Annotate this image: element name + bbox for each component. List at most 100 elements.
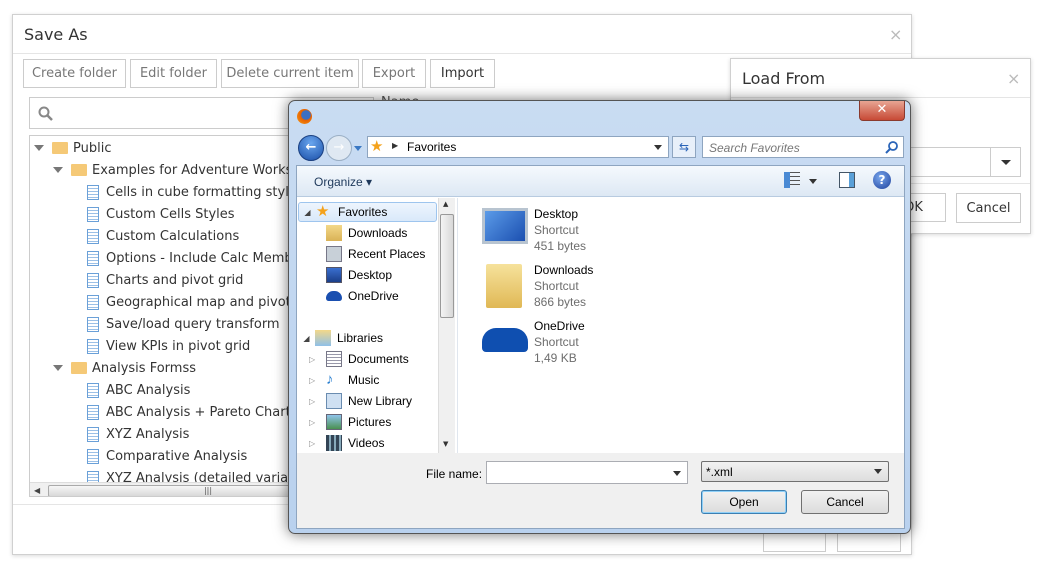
tree-item[interactable]: Public (34, 137, 111, 159)
tree-item-label: View KPIs in pivot grid (106, 338, 251, 354)
document-icon (87, 426, 99, 442)
close-icon[interactable]: × (1007, 69, 1020, 88)
close-window-button[interactable]: ✕ (859, 101, 905, 121)
downloads-folder-icon (326, 225, 342, 241)
help-icon[interactable]: ? (873, 171, 891, 189)
videos-icon (326, 435, 342, 451)
open-button[interactable]: Open (701, 490, 787, 514)
preview-pane-icon[interactable] (839, 172, 855, 188)
tree-item[interactable]: Custom Cells Styles (87, 203, 235, 225)
file-name-input[interactable] (486, 461, 688, 484)
tree-item[interactable]: Examples for Adventure Works dat (53, 159, 318, 181)
expand-toggle-icon[interactable] (53, 167, 63, 173)
desktop-icon[interactable] (482, 208, 528, 244)
collapse-arrow-icon[interactable]: ◢ (298, 334, 315, 343)
tree-item[interactable]: Options - Include Calc Member (87, 247, 306, 269)
chevron-down-icon[interactable] (673, 471, 681, 476)
nav-item-desktop[interactable]: Desktop (309, 265, 392, 285)
file-item[interactable]: Downloads Shortcut 866 bytes (534, 262, 593, 310)
refresh-button[interactable]: ⇆ (672, 136, 696, 158)
document-icon (87, 404, 99, 420)
onedrive-icon[interactable] (482, 328, 528, 352)
expand-arrow-icon[interactable]: ▷ (309, 355, 326, 364)
nav-item-favorites[interactable]: ◢ ★ Favorites (298, 202, 437, 222)
expand-toggle-icon[interactable] (34, 145, 44, 151)
toolbar-button-edit-folder[interactable]: Edit folder (130, 59, 217, 88)
chevron-down-icon[interactable] (654, 145, 662, 150)
toolbar-button-delete-current-item[interactable]: Delete current item (221, 59, 359, 88)
document-icon (87, 250, 99, 266)
tree-item[interactable]: View KPIs in pivot grid (87, 335, 250, 357)
cancel-button[interactable]: Cancel (801, 490, 889, 514)
nav-item-downloads[interactable]: Downloads (309, 223, 407, 243)
tree-item[interactable]: Geographical map and pivot gr (87, 291, 309, 313)
documents-icon (326, 351, 342, 367)
library-icon (326, 393, 342, 409)
document-icon (87, 184, 99, 200)
change-view-icon[interactable] (784, 172, 800, 188)
scrollbar-thumb[interactable] (440, 214, 454, 318)
tree-item[interactable]: Custom Calculations (87, 225, 239, 247)
tree-item[interactable]: Comparative Analysis (87, 445, 247, 467)
nav-item-libraries[interactable]: ◢ Libraries (298, 328, 383, 348)
expand-arrow-icon[interactable]: ▷ (309, 418, 326, 427)
history-dropdown-icon[interactable] (354, 146, 362, 151)
tree-item[interactable]: Save/load query transform (87, 313, 280, 335)
nav-item-label: Documents (348, 352, 409, 366)
tree-item[interactable]: XYZ Analysis (87, 423, 189, 445)
address-bar[interactable]: ★ ▶ Favorites (367, 136, 669, 158)
tree-item-label: Public (73, 140, 112, 156)
expand-toggle-icon[interactable] (53, 365, 63, 371)
back-button[interactable]: ← (298, 135, 324, 161)
document-icon (87, 206, 99, 222)
toolbar-button-create-folder[interactable]: Create folder (23, 59, 126, 88)
tree-item-label: Examples for Adventure Works dat (92, 162, 318, 178)
divider (13, 53, 911, 54)
expand-arrow-icon[interactable]: ▷ (309, 439, 326, 448)
tree-item[interactable]: ABC Analysis (87, 379, 190, 401)
nav-item-onedrive[interactable]: OneDrive (309, 286, 399, 306)
downloads-folder-icon[interactable] (486, 264, 522, 308)
document-icon (87, 272, 99, 288)
vertical-scrollbar[interactable]: ▲ ▼ (438, 198, 455, 453)
nav-item-new-library[interactable]: ▷ New Library (309, 391, 412, 411)
forward-button[interactable]: → (326, 135, 352, 161)
libraries-icon (315, 330, 331, 346)
search-icon (38, 106, 53, 121)
file-item[interactable]: OneDrive Shortcut 1,49 KB (534, 318, 585, 366)
document-icon (87, 448, 99, 464)
close-icon[interactable]: × (889, 25, 902, 44)
tree-item-label: Custom Cells Styles (106, 206, 235, 222)
file-name-label: File name: (426, 467, 483, 481)
search-input[interactable]: Search Favorites (702, 136, 904, 158)
tree-item[interactable]: Analysis Formss (53, 357, 196, 379)
nav-item-recent-places[interactable]: Recent Places (309, 244, 425, 264)
breadcrumb[interactable]: Favorites (407, 140, 456, 154)
view-dropdown-icon[interactable] (809, 179, 817, 184)
file-dialog-footer: File name: *.xml Open Cancel (297, 453, 904, 528)
folder-icon (71, 164, 87, 176)
nav-item-videos[interactable]: ▷ Videos (309, 433, 384, 453)
organize-menu[interactable]: Organize ▾ (314, 175, 372, 189)
toolbar-button-import[interactable]: Import (430, 59, 495, 88)
expand-arrow-icon[interactable]: ▷ (309, 397, 326, 406)
file-item[interactable]: Desktop Shortcut 451 bytes (534, 206, 586, 254)
tree-item[interactable]: ABC Analysis + Pareto Chart (87, 401, 291, 423)
cancel-button[interactable]: Cancel (956, 193, 1021, 223)
nav-item-pictures[interactable]: ▷ Pictures (309, 412, 391, 432)
tree-item-label: ABC Analysis + Pareto Chart (106, 404, 291, 420)
nav-item-documents[interactable]: ▷ Documents (309, 349, 409, 369)
nav-item-label: Recent Places (348, 247, 426, 261)
nav-item-music[interactable]: ▷ ♪ Music (309, 370, 379, 390)
recent-places-icon (326, 246, 342, 262)
tree-item[interactable]: Cells in cube formatting styles (87, 181, 304, 203)
dialog-title: Save As (24, 25, 88, 44)
nav-item-label: Desktop (348, 268, 393, 282)
file-type-select[interactable]: *.xml (701, 461, 889, 482)
tree-item[interactable]: Charts and pivot grid (87, 269, 243, 291)
document-icon (87, 294, 99, 310)
toolbar-button-export[interactable]: Export (362, 59, 426, 88)
nav-item-label: OneDrive (348, 289, 399, 303)
collapse-arrow-icon[interactable]: ◢ (299, 208, 316, 217)
expand-arrow-icon[interactable]: ▷ (309, 376, 326, 385)
